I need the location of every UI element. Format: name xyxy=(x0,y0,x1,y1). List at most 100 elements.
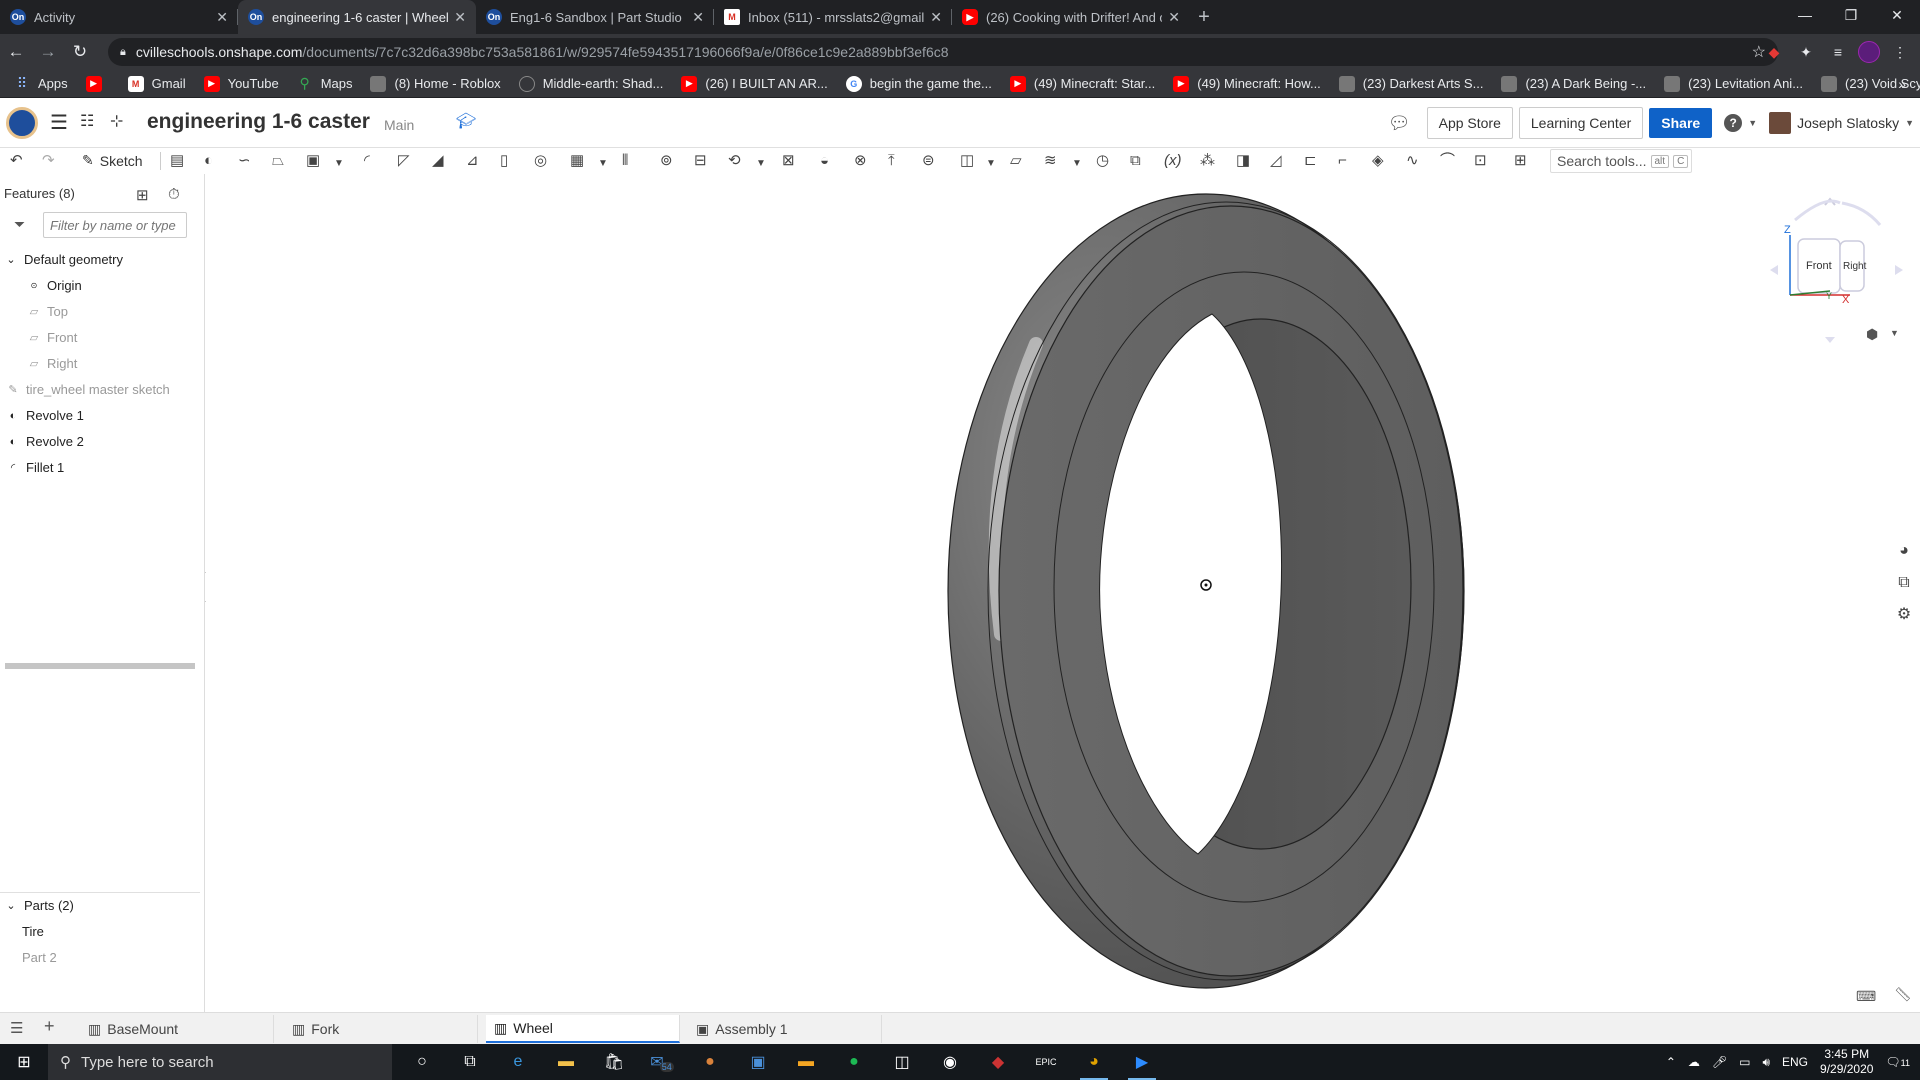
tab-tool-icon[interactable]: ⊏ xyxy=(1304,152,1317,170)
thicken-icon[interactable]: ▣ xyxy=(306,152,320,170)
app-blue-icon[interactable]: ▣ xyxy=(734,1044,782,1080)
draft-icon[interactable]: ◢ xyxy=(432,152,444,170)
feature-front-plane[interactable]: ▱ Front xyxy=(27,330,78,345)
frame-icon[interactable]: ◨ xyxy=(1236,152,1250,170)
flange-icon[interactable]: ◿ xyxy=(1270,152,1282,170)
fillet-icon[interactable]: ◜ xyxy=(364,152,370,170)
delete-face-icon[interactable]: ⊗ xyxy=(854,152,867,170)
mirror-icon[interactable]: ⫴ xyxy=(622,152,628,170)
chevron-down-icon[interactable]: ▼ xyxy=(598,155,608,173)
extrude-icon[interactable]: ▤ xyxy=(170,152,184,170)
default-geometry-group[interactable]: ⌄ Default geometry xyxy=(4,252,123,267)
redo-icon[interactable]: ↷ xyxy=(42,152,55,170)
app-store-button[interactable]: App Store xyxy=(1426,107,1513,139)
onedrive-icon[interactable]: ☁ xyxy=(1688,1055,1700,1069)
bookmark-begin-the-game[interactable]: Gbegin the game the... xyxy=(845,75,992,92)
appearance-icon[interactable]: ◕ xyxy=(1888,535,1920,567)
filter-icon[interactable]: ⏷ xyxy=(14,216,25,233)
feature-revolve-1[interactable]: ◐ Revolve 1 xyxy=(6,408,84,423)
helix-icon[interactable]: ≋ xyxy=(1044,152,1057,170)
chevron-down-icon[interactable]: ▼ xyxy=(986,155,996,173)
close-window-icon[interactable]: ✕ xyxy=(1874,0,1920,30)
search-tools-input[interactable]: Search tools... alt C xyxy=(1550,149,1692,173)
part-2[interactable]: Part 2 xyxy=(22,950,57,965)
feature-origin[interactable]: ⊙ Origin xyxy=(27,278,82,293)
variable-icon[interactable]: (x) xyxy=(1164,152,1182,170)
task-view-icon[interactable]: ⧉ xyxy=(446,1044,494,1080)
clock[interactable]: 3:45 PM 9/29/2020 xyxy=(1820,1047,1873,1077)
volume-icon[interactable]: 🔊︎ xyxy=(1762,1055,1770,1070)
tab-manager-icon[interactable]: ☰ xyxy=(10,1019,23,1037)
bookmark-apps[interactable]: ⠿ Apps xyxy=(14,75,68,92)
user-name[interactable]: Joseph Slatosky xyxy=(1797,115,1899,131)
chevron-down-icon[interactable]: ⌄ xyxy=(4,899,18,913)
cortana-icon[interactable]: ○ xyxy=(398,1044,446,1080)
store-icon[interactable]: 🛍︎ xyxy=(590,1044,638,1080)
taskbar-search-box[interactable]: ⚲ Type here to search xyxy=(48,1044,392,1080)
modify-fillet-icon[interactable]: ◒ xyxy=(820,152,829,170)
show-hidden-icons-icon[interactable]: ⌃ xyxy=(1666,1055,1676,1069)
forward-icon[interactable]: → xyxy=(32,34,64,70)
view-cube[interactable]: Z X Y Front Right xyxy=(1770,195,1905,345)
measure-ruler-icon[interactable]: 📏︎ xyxy=(1894,986,1912,1003)
share-button[interactable]: Share xyxy=(1649,108,1713,138)
feature-sketch[interactable]: ✎ tire_wheel master sketch xyxy=(6,382,169,397)
bookmark-levitation[interactable]: (23) Levitation Ani... xyxy=(1664,75,1803,92)
network-icon[interactable]: ▭ xyxy=(1739,1055,1750,1069)
tab-fork[interactable]: ▥ Fork xyxy=(284,1015,478,1043)
feature-right-plane[interactable]: ▱ Right xyxy=(27,356,78,371)
chevron-down-icon[interactable]: ⌄ xyxy=(4,253,18,267)
flat-view-icon[interactable]: ⊡ xyxy=(1474,152,1487,170)
graduation-cap-icon[interactable]: 🎓︎ xyxy=(456,111,476,131)
onshape-logo-icon[interactable] xyxy=(6,107,38,139)
zoom-icon[interactable]: ▶ xyxy=(1118,1044,1166,1080)
bend-icon[interactable]: ⌐ xyxy=(1338,152,1347,170)
close-tab-icon[interactable]: ✕ xyxy=(454,9,466,26)
move-face-icon[interactable]: ⤒ xyxy=(888,152,895,170)
loft-icon[interactable]: ⏢ xyxy=(272,152,284,170)
replace-face-icon[interactable]: ⊜ xyxy=(922,152,935,170)
chamfer-icon[interactable]: ◸ xyxy=(398,152,410,170)
media-queue-icon[interactable]: ≡ xyxy=(1826,40,1850,64)
pattern-icon[interactable]: ▦ xyxy=(570,152,584,170)
insert-icon[interactable]: ⊹ xyxy=(110,111,123,131)
browser-tab[interactable]: ▶ (26) Cooking with Drifter! And ot ✕ xyxy=(952,0,1190,34)
chrome-menu-icon[interactable]: ⋮ xyxy=(1888,40,1912,64)
mail-icon[interactable]: ✉ 54 xyxy=(638,1044,686,1080)
offset-surface-icon[interactable]: ◫ xyxy=(960,152,974,170)
corner-icon[interactable]: ∿ xyxy=(1406,152,1419,170)
close-tab-icon[interactable]: ✕ xyxy=(216,9,228,26)
unfold-icon[interactable]: ⌒ xyxy=(1440,152,1455,170)
rollback-bar[interactable] xyxy=(5,663,195,669)
help-icon[interactable]: ? xyxy=(1724,114,1743,132)
tab-wheel[interactable]: ▥ Wheel xyxy=(486,1015,680,1043)
feature-fillet-1[interactable]: ◜ Fillet 1 xyxy=(6,460,64,475)
bookmark-minecraft-how[interactable]: ▶ (49) Minecraft: How... xyxy=(1173,75,1321,92)
bookmarks-overflow-icon[interactable]: » xyxy=(1898,76,1906,92)
comments-icon[interactable]: 💬︎ xyxy=(1388,113,1411,134)
microphone-icon[interactable]: 🎤︎ xyxy=(1712,1055,1727,1069)
chevron-down-icon[interactable]: ▼ xyxy=(1072,155,1082,173)
sheet-metal-icon[interactable]: ⁂ xyxy=(1200,152,1215,170)
extension-red-icon[interactable]: ◆ xyxy=(1762,40,1786,64)
close-tab-icon[interactable]: ✕ xyxy=(930,9,942,26)
profile-avatar[interactable] xyxy=(1858,41,1880,63)
tab-assembly-1[interactable]: ▣ Assembly 1 xyxy=(688,1015,882,1043)
graphics-viewport[interactable] xyxy=(206,174,1920,1012)
feature-filter-input[interactable] xyxy=(43,212,187,238)
transform-icon[interactable]: ⟲ xyxy=(728,152,741,170)
chevron-down-icon[interactable]: ▼ xyxy=(756,155,766,173)
reload-icon[interactable]: ↻ xyxy=(64,34,96,70)
app-gray-icon[interactable]: ◫ xyxy=(878,1044,926,1080)
rib-icon[interactable]: ⊿ xyxy=(466,152,479,170)
bookmark-minecraft-star[interactable]: ▶ (49) Minecraft: Star... xyxy=(1009,75,1155,92)
chevron-down-icon[interactable]: ▼ xyxy=(1890,328,1899,338)
bookmark-maps[interactable]: ⚲ Maps xyxy=(297,75,353,92)
bookmark-darkest-arts[interactable]: (23) Darkest Arts S... xyxy=(1338,75,1483,92)
back-icon[interactable]: ← xyxy=(0,34,32,70)
shell-icon[interactable]: ▯ xyxy=(500,152,508,170)
new-tab-button[interactable]: + xyxy=(1190,0,1218,34)
learning-center-button[interactable]: Learning Center xyxy=(1518,107,1644,139)
bookmark-built-an-ar[interactable]: ▶ (26) I BUILT AN AR... xyxy=(681,75,828,92)
app-orange-icon[interactable]: ▬ xyxy=(782,1044,830,1080)
